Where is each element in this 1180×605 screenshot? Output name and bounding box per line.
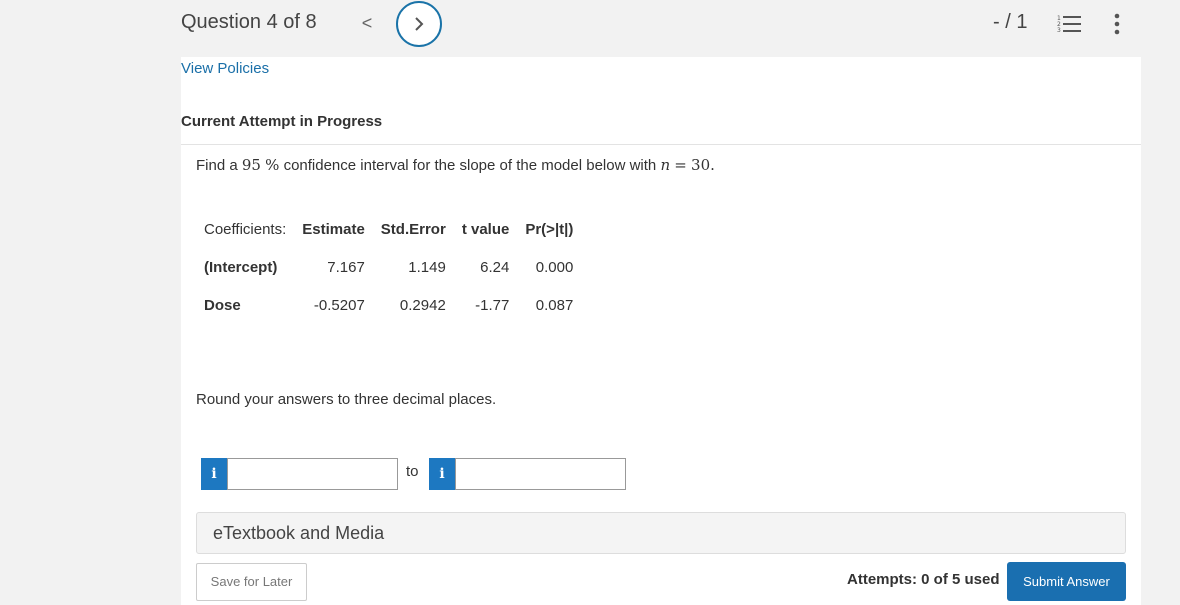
upper-bound-input[interactable]	[455, 458, 626, 490]
table-row: (Intercept) 7.167 1.149 6.24 0.000	[196, 248, 581, 286]
chevron-right-icon	[415, 17, 424, 31]
top-bar: Question 4 of 8 < - / 1 1 2 3	[0, 0, 1180, 57]
etextbook-label: eTextbook and Media	[213, 523, 385, 543]
table-header-cell: Coefficients:	[204, 220, 287, 238]
table-header-cell: Pr(>|t|)	[525, 220, 574, 238]
submit-answer-button[interactable]: Submit Answer	[1007, 562, 1126, 601]
save-for-later-button[interactable]: Save for Later	[196, 563, 307, 601]
table-header-cell: Estimate	[302, 220, 365, 238]
table-cell: 7.167	[327, 258, 365, 276]
more-options-icon[interactable]	[1108, 12, 1126, 36]
attempts-counter: Attempts: 0 of 5 used	[847, 571, 1000, 588]
etextbook-media-toggle[interactable]: eTextbook and Media	[196, 512, 1126, 554]
table-header-cell: t value	[461, 220, 510, 238]
table-cell: (Intercept)	[204, 258, 278, 276]
lower-bound-info-button[interactable]: i	[201, 458, 227, 490]
attempt-status-heading: Current Attempt in Progress	[181, 113, 383, 130]
table-cell: 0.000	[535, 258, 574, 276]
divider	[181, 144, 1141, 145]
previous-question-button[interactable]: <	[356, 12, 378, 34]
table-cell: 0.2942	[399, 296, 446, 314]
next-question-button[interactable]	[396, 1, 442, 47]
question-list-icon[interactable]: 1 2 3	[1057, 14, 1081, 34]
coefficients-table: Coefficients: Estimate Std.Error t value…	[196, 210, 581, 324]
rounding-instruction: Round your answers to three decimal plac…	[196, 391, 497, 408]
table-cell: 6.24	[480, 258, 510, 276]
question-text: Find a 95 % confidence interval for the …	[196, 156, 715, 174]
table-row: Dose -0.5207 0.2942 -1.77 0.087	[196, 286, 581, 324]
to-label: to	[406, 463, 419, 480]
upper-bound-info-button[interactable]: i	[429, 458, 455, 490]
table-cell: -1.77	[475, 296, 510, 314]
table-cell: 1.149	[408, 258, 446, 276]
table-cell: Dose	[204, 296, 241, 314]
table-cell: 0.087	[535, 296, 574, 314]
view-policies-link[interactable]: View Policies	[181, 60, 269, 77]
score-display: - / 1	[993, 11, 1028, 33]
table-header-row: Coefficients: Estimate Std.Error t value…	[196, 210, 581, 248]
lower-bound-input[interactable]	[227, 458, 398, 490]
table-cell: -0.5207	[313, 296, 365, 314]
question-counter: Question 4 of 8	[181, 11, 317, 33]
svg-text:3: 3	[1057, 27, 1061, 34]
table-header-cell: Std.Error	[380, 220, 446, 238]
